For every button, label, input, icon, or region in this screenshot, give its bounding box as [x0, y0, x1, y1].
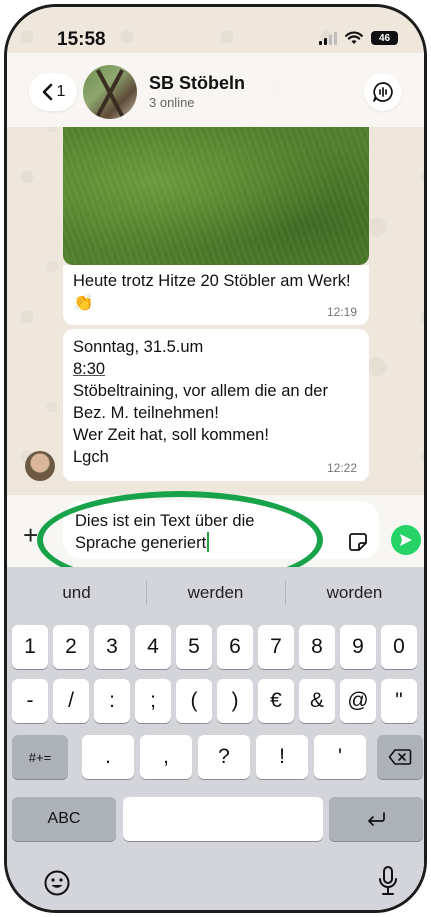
voice-chat-button[interactable] — [364, 73, 402, 111]
message-line: Stöbeltraining, vor allem die an der — [73, 382, 328, 400]
message-line: Sonntag, 31.5.um — [73, 338, 204, 356]
message-bubble: Heute trotz Hitze 20 Stöbler am Werk!👏 1… — [63, 265, 369, 325]
key-slash[interactable]: / — [53, 679, 89, 723]
status-bar: 15:58 46 — [7, 7, 424, 53]
key-quote[interactable]: " — [381, 679, 417, 723]
suggestion-bar: und werden worden — [7, 567, 424, 619]
suggestion-item[interactable]: und — [7, 567, 146, 619]
key-period[interactable]: . — [82, 735, 134, 779]
suggestion-item[interactable]: worden — [285, 567, 424, 619]
message-time: 12:19 — [326, 305, 357, 319]
key-8[interactable]: 8 — [299, 625, 335, 669]
sender-avatar[interactable] — [25, 451, 55, 481]
message-text: Heute trotz Hitze 20 Stöbler am Werk!👏 — [73, 272, 351, 312]
key-ampersand[interactable]: & — [299, 679, 335, 723]
chevron-left-icon — [42, 83, 52, 101]
chat-title[interactable]: SB Stöbeln — [149, 73, 245, 94]
key-7[interactable]: 7 — [258, 625, 294, 669]
backspace-key[interactable] — [377, 735, 423, 779]
image-message[interactable] — [63, 127, 369, 265]
key-close-paren[interactable]: ) — [217, 679, 253, 723]
key-semicolon[interactable]: ; — [135, 679, 171, 723]
send-icon — [400, 534, 412, 546]
key-5[interactable]: 5 — [176, 625, 212, 669]
message-time: 12:22 — [326, 461, 357, 475]
message-line: Wer Zeit hat, soll kommen! — [73, 426, 269, 444]
chat-subtitle: 3 online — [149, 95, 195, 110]
key-0[interactable]: 0 — [381, 625, 417, 669]
key-exclamation[interactable]: ! — [256, 735, 308, 779]
symbols-toggle-key[interactable]: #+= — [12, 735, 68, 779]
message-date-link[interactable]: 8:30 — [73, 360, 105, 378]
key-2[interactable]: 2 — [53, 625, 89, 669]
key-apostrophe[interactable]: ' — [314, 735, 366, 779]
key-9[interactable]: 9 — [340, 625, 376, 669]
status-time: 15:58 — [57, 29, 106, 50]
key-3[interactable]: 3 — [94, 625, 130, 669]
key-comma[interactable]: , — [140, 735, 192, 779]
emoji-icon[interactable] — [43, 869, 71, 897]
plus-icon[interactable]: + — [23, 522, 38, 548]
space-key[interactable] — [123, 797, 323, 841]
message-line: Bez. M. teilnehmen! — [73, 404, 219, 422]
voice-waveform-icon — [373, 82, 393, 102]
key-6[interactable]: 6 — [217, 625, 253, 669]
key-hyphen[interactable]: - — [12, 679, 48, 723]
suggestion-item[interactable]: werden — [146, 567, 285, 619]
composer: + Dies ist ein Text über die Sprache gen… — [7, 495, 424, 567]
input-text-line: Dies ist ein Text über die — [75, 512, 255, 530]
message-bubble: Sonntag, 31.5.um 8:30 Stöbeltraining, vo… — [63, 329, 369, 481]
phone-frame: 15:58 46 1 SB Stöbeln 3 online Heute tro… — [4, 4, 427, 913]
key-at[interactable]: @ — [340, 679, 376, 723]
backspace-icon — [388, 749, 412, 765]
cellular-signal-icon — [319, 31, 337, 45]
wifi-icon — [345, 31, 363, 44]
input-text-line: Sprache generiert — [75, 534, 207, 552]
chat-header: 1 SB Stöbeln 3 online — [7, 53, 424, 127]
message-input[interactable]: Dies ist ein Text über die Sprache gener… — [63, 501, 379, 559]
group-avatar[interactable] — [83, 65, 137, 119]
key-open-paren[interactable]: ( — [176, 679, 212, 723]
key-4[interactable]: 4 — [135, 625, 171, 669]
key-colon[interactable]: : — [94, 679, 130, 723]
message-line: Lgch — [73, 448, 109, 466]
send-button[interactable] — [391, 525, 421, 555]
battery-icon: 46 — [371, 31, 398, 45]
back-unread-count: 1 — [56, 83, 66, 100]
key-euro[interactable]: € — [258, 679, 294, 723]
return-icon — [368, 812, 385, 826]
back-button[interactable]: 1 — [29, 73, 77, 111]
sticker-icon[interactable] — [347, 531, 369, 553]
microphone-icon[interactable] — [377, 865, 399, 897]
key-1[interactable]: 1 — [12, 625, 48, 669]
status-icons: 46 — [319, 31, 398, 45]
keyboard: und werden worden 1 2 3 4 5 6 7 8 9 0 - … — [7, 567, 424, 910]
key-question[interactable]: ? — [198, 735, 250, 779]
abc-key[interactable]: ABC — [12, 797, 116, 841]
return-key[interactable] — [329, 797, 423, 841]
text-cursor — [207, 532, 210, 552]
